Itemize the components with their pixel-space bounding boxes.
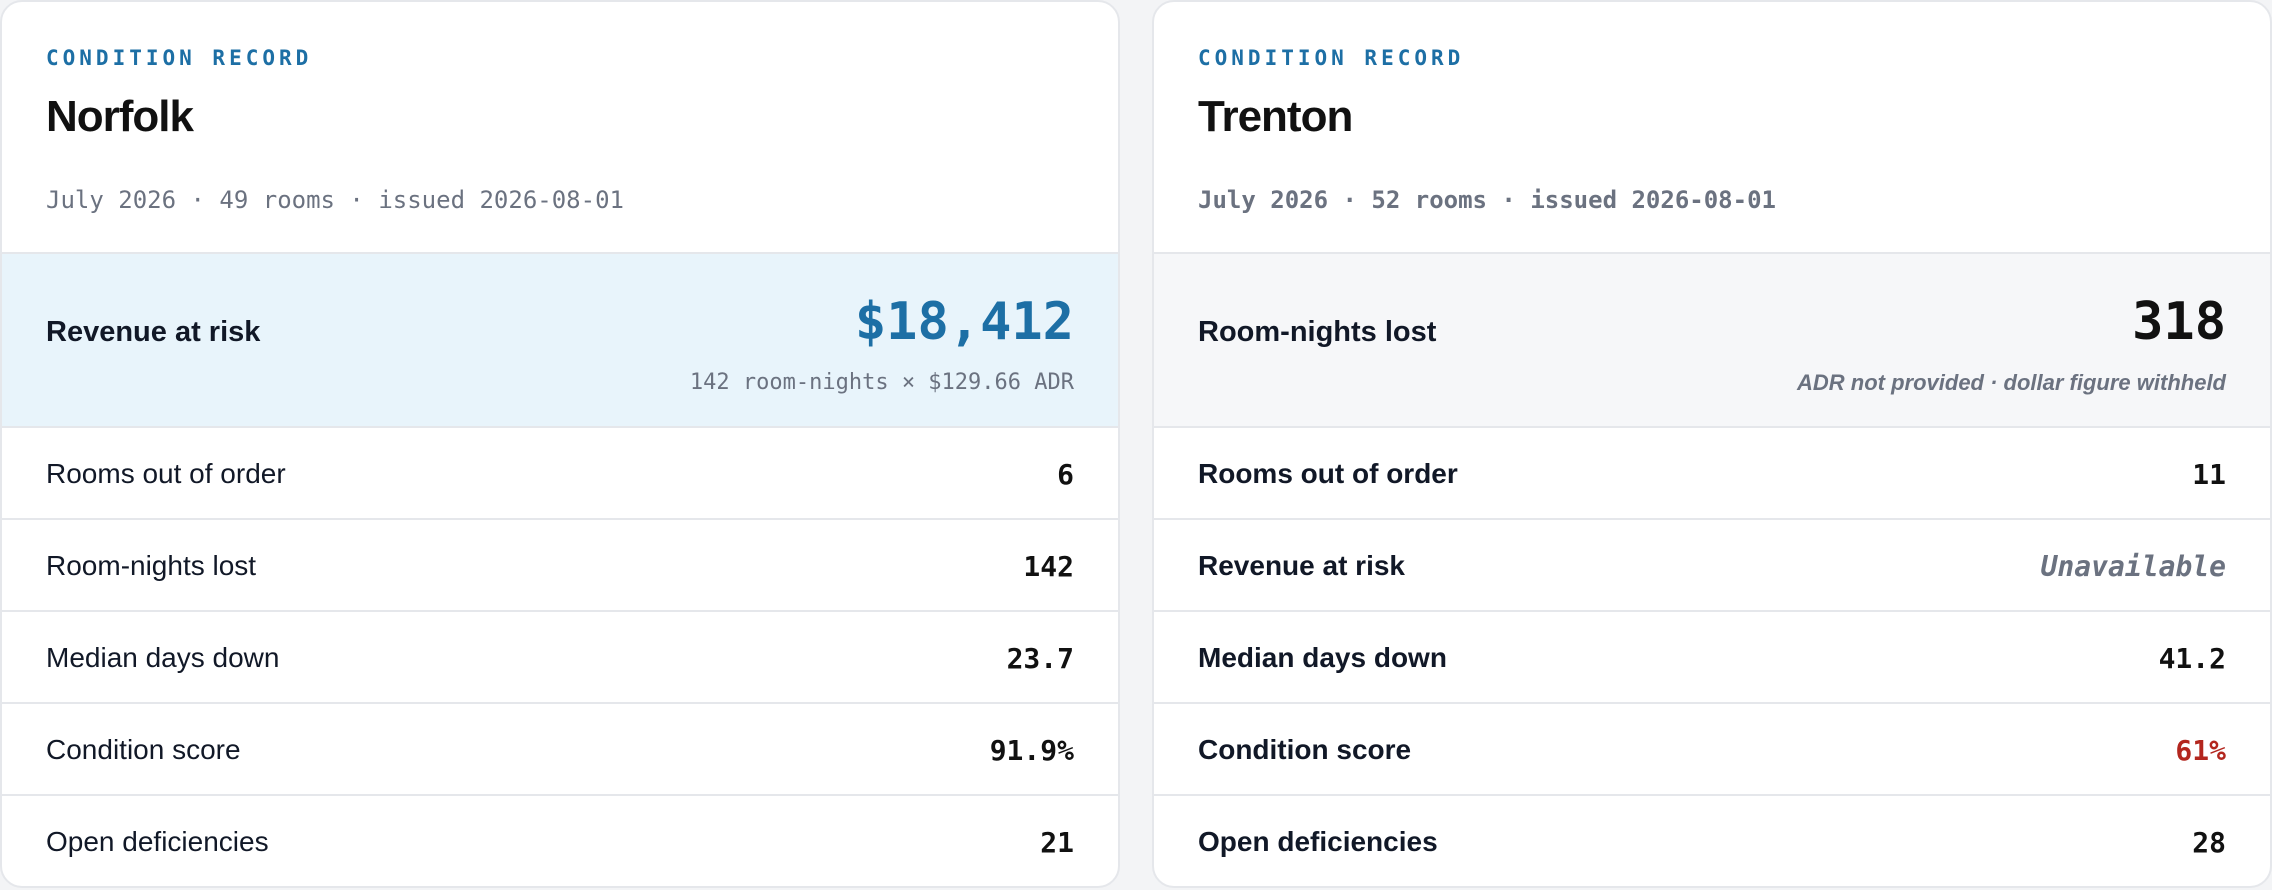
metric-row: Condition score 91.9% xyxy=(2,704,1118,796)
metric-label: Revenue at risk xyxy=(1198,550,1405,581)
metric-row: Rooms out of order 6 xyxy=(2,428,1118,520)
metric-label: Median days down xyxy=(1198,642,1447,673)
metric-value: 23.7 xyxy=(1006,642,1074,675)
card-eyebrow: CONDITION RECORD xyxy=(46,46,313,70)
metric-row: Rooms out of order 11 xyxy=(1154,428,2270,520)
metric-label: Condition score xyxy=(46,734,241,765)
metric-row: Condition score 61% xyxy=(1154,704,2270,796)
card-header: CONDITION RECORD Norfolk July 2026 · 49 … xyxy=(2,2,1118,252)
metric-label: Room-nights lost xyxy=(46,550,257,581)
metric-value: 11 xyxy=(2192,458,2226,491)
card-meta: July 2026 · 52 rooms · issued 2026-08-01 xyxy=(1198,186,1776,214)
condition-card-trenton: CONDITION RECORD Trenton July 2026 · 52 … xyxy=(1152,0,2272,888)
metric-value: 91.9% xyxy=(989,734,1074,767)
metric-row: Revenue at risk Unavailable xyxy=(1154,520,2270,612)
card-title: Trenton xyxy=(1198,92,1353,141)
metric-value: 28 xyxy=(2192,826,2226,859)
feature-value: 318 xyxy=(2132,292,2226,352)
feature-metric: Revenue at risk $18,412 142 room-nights … xyxy=(2,252,1118,428)
card-meta: July 2026 · 49 rooms · issued 2026-08-01 xyxy=(46,186,624,214)
metric-label: Rooms out of order xyxy=(46,458,286,489)
metric-value: 142 xyxy=(1023,550,1074,583)
metric-value: 41.2 xyxy=(2158,642,2226,675)
metric-value: 6 xyxy=(1057,458,1074,491)
feature-note: 142 room-nights × $129.66 ADR xyxy=(689,370,1074,395)
card-title: Norfolk xyxy=(46,92,194,141)
metric-row: Median days down 23.7 xyxy=(2,612,1118,704)
metric-value-warning: 61% xyxy=(2175,734,2226,767)
feature-metric: Room-nights lost 318 ADR not provided · … xyxy=(1154,252,2270,428)
metric-label: Open deficiencies xyxy=(46,826,269,857)
condition-card-norfolk: CONDITION RECORD Norfolk July 2026 · 49 … xyxy=(0,0,1120,888)
metric-list: Rooms out of order 11 Revenue at risk Un… xyxy=(1154,428,2270,886)
metric-row: Open deficiencies 28 xyxy=(1154,796,2270,886)
metric-list: Rooms out of order 6 Room-nights lost 14… xyxy=(2,428,1118,886)
feature-label: Room-nights lost xyxy=(1198,316,1437,348)
metric-label: Rooms out of order xyxy=(1198,458,1458,489)
card-eyebrow: CONDITION RECORD xyxy=(1198,46,1465,70)
metric-label: Open deficiencies xyxy=(1198,826,1438,857)
metric-row: Open deficiencies 21 xyxy=(2,796,1118,886)
metric-row: Room-nights lost 142 xyxy=(2,520,1118,612)
metric-row: Median days down 41.2 xyxy=(1154,612,2270,704)
feature-value: $18,412 xyxy=(854,292,1074,352)
metric-label: Median days down xyxy=(46,642,280,673)
metric-value-unavailable: Unavailable xyxy=(2040,550,2226,583)
feature-label: Revenue at risk xyxy=(46,316,261,348)
feature-note: ADR not provided · dollar figure withhel… xyxy=(1797,370,2226,395)
report-canvas: CONDITION RECORD Norfolk July 2026 · 49 … xyxy=(0,0,2272,890)
metric-value: 21 xyxy=(1040,826,1074,859)
card-header: CONDITION RECORD Trenton July 2026 · 52 … xyxy=(1154,2,2270,252)
metric-label: Condition score xyxy=(1198,734,1412,765)
